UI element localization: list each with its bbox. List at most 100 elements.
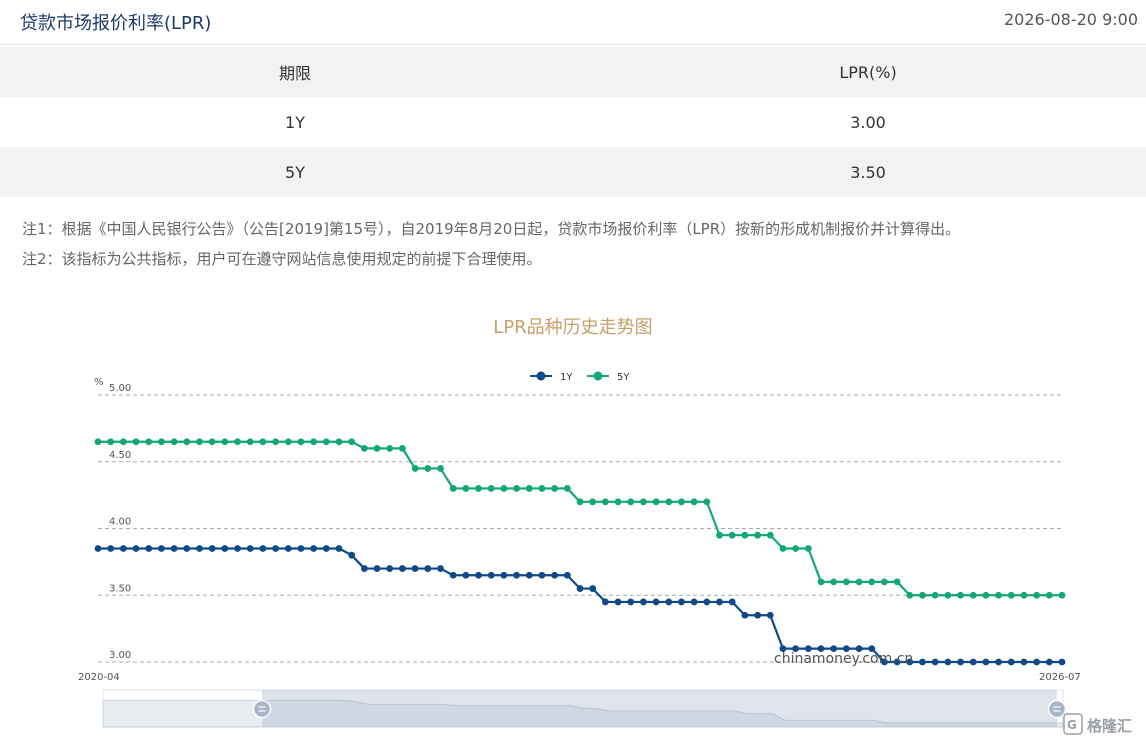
data-point-1y bbox=[614, 598, 622, 606]
data-point-5y bbox=[754, 531, 761, 539]
data-point-5y bbox=[601, 498, 609, 506]
data-point-5y bbox=[170, 438, 178, 446]
y-tick-label: 5.00 bbox=[109, 383, 131, 394]
data-point-1y bbox=[995, 658, 1002, 666]
data-point-1y bbox=[94, 545, 102, 552]
y-tick-label: 4.50 bbox=[109, 450, 131, 461]
data-point-5y bbox=[449, 485, 457, 492]
data-point-5y bbox=[107, 438, 115, 446]
data-point-1y bbox=[411, 565, 419, 572]
data-point-1y bbox=[322, 545, 330, 552]
data-point-1y bbox=[563, 571, 571, 579]
data-point-1y bbox=[399, 565, 406, 572]
data-point-5y bbox=[424, 465, 432, 472]
data-point-1y bbox=[678, 598, 685, 606]
corner-logo-text: 格隆汇 bbox=[1087, 717, 1132, 735]
data-point-5y bbox=[183, 438, 191, 446]
data-point-1y bbox=[310, 545, 318, 552]
data-point-5y bbox=[234, 438, 241, 446]
series-line-1y bbox=[98, 547, 1062, 664]
data-point-1y bbox=[741, 611, 749, 619]
data-point-1y bbox=[665, 598, 673, 606]
data-point-5y bbox=[399, 445, 406, 452]
legend-label-5y: 5Y bbox=[617, 372, 630, 383]
data-point-5y bbox=[690, 498, 698, 506]
data-point-1y bbox=[284, 545, 292, 552]
data-point-5y bbox=[589, 498, 597, 506]
data-point-1y bbox=[627, 598, 635, 606]
data-point-1y bbox=[513, 571, 520, 579]
data-point-5y bbox=[1007, 591, 1015, 599]
data-point-1y bbox=[716, 598, 723, 606]
data-point-5y bbox=[500, 485, 508, 492]
data-point-5y bbox=[538, 485, 546, 492]
x-tick-label: 2026-07 bbox=[1039, 672, 1081, 683]
data-point-1y bbox=[107, 545, 115, 552]
data-point-5y bbox=[678, 498, 685, 506]
data-point-5y bbox=[817, 578, 825, 586]
data-point-5y bbox=[246, 438, 254, 446]
y-tick-label: 4.00 bbox=[109, 517, 131, 528]
data-point-5y bbox=[487, 485, 495, 492]
data-point-5y bbox=[766, 531, 774, 539]
data-point-1y bbox=[728, 598, 736, 606]
gelonghui-logo-icon: G bbox=[1067, 718, 1077, 732]
data-point-5y bbox=[322, 438, 330, 446]
data-point-1y bbox=[690, 598, 698, 606]
data-point-5y bbox=[665, 498, 673, 506]
data-point-1y bbox=[183, 545, 191, 552]
lpr-history-chart: 3.00 3.50 4.00 4.50 5.00% 2020-04 2026-07 1Y 5Y c… bbox=[78, 371, 1132, 735]
data-point-5y bbox=[94, 438, 102, 446]
data-point-1y bbox=[703, 598, 711, 606]
zoom-handle-left[interactable] bbox=[252, 699, 272, 719]
data-point-1y bbox=[487, 571, 495, 579]
data-point-5y bbox=[893, 578, 901, 586]
data-point-1y bbox=[221, 545, 229, 552]
data-point-5y bbox=[868, 578, 876, 586]
zoom-slider-selection[interactable] bbox=[262, 690, 1057, 727]
data-point-5y bbox=[804, 545, 812, 552]
zoom-handle-right[interactable] bbox=[1047, 699, 1067, 719]
data-point-5y bbox=[284, 438, 292, 446]
data-point-5y bbox=[779, 545, 787, 552]
data-point-5y bbox=[728, 531, 736, 539]
legend-marker bbox=[593, 371, 603, 381]
data-point-1y bbox=[969, 658, 977, 666]
data-point-1y bbox=[259, 545, 267, 552]
data-point-1y bbox=[589, 585, 597, 592]
data-point-5y bbox=[259, 438, 267, 446]
data-point-5y bbox=[437, 465, 444, 472]
data-point-5y bbox=[652, 498, 660, 506]
data-point-5y bbox=[525, 485, 533, 492]
data-point-5y bbox=[310, 438, 318, 446]
data-point-1y bbox=[640, 598, 647, 606]
data-point-5y bbox=[881, 578, 888, 586]
data-point-1y bbox=[297, 545, 305, 552]
data-point-5y bbox=[221, 438, 229, 446]
data-point-5y bbox=[716, 531, 723, 539]
data-point-1y bbox=[158, 545, 165, 552]
data-point-5y bbox=[919, 591, 926, 599]
data-point-5y bbox=[563, 485, 571, 492]
data-point-5y bbox=[995, 591, 1002, 599]
data-point-1y bbox=[1045, 658, 1053, 666]
data-point-1y bbox=[538, 571, 546, 579]
data-point-5y bbox=[208, 438, 216, 446]
data-point-5y bbox=[373, 445, 381, 452]
data-point-5y bbox=[982, 591, 990, 599]
data-point-1y bbox=[132, 545, 140, 552]
data-point-1y bbox=[754, 611, 761, 619]
data-point-5y bbox=[132, 438, 140, 446]
data-point-1y bbox=[652, 598, 660, 606]
legend-marker bbox=[536, 371, 546, 381]
data-point-5y bbox=[640, 498, 647, 506]
data-point-1y bbox=[1033, 658, 1041, 666]
series-line-5y bbox=[98, 440, 1062, 597]
data-point-1y bbox=[246, 545, 254, 552]
data-point-1y bbox=[576, 585, 584, 592]
data-point-1y bbox=[982, 658, 990, 666]
data-point-1y bbox=[500, 571, 508, 579]
data-point-5y bbox=[513, 485, 520, 492]
data-point-5y bbox=[297, 438, 305, 446]
y-axis-label: % bbox=[94, 377, 104, 388]
